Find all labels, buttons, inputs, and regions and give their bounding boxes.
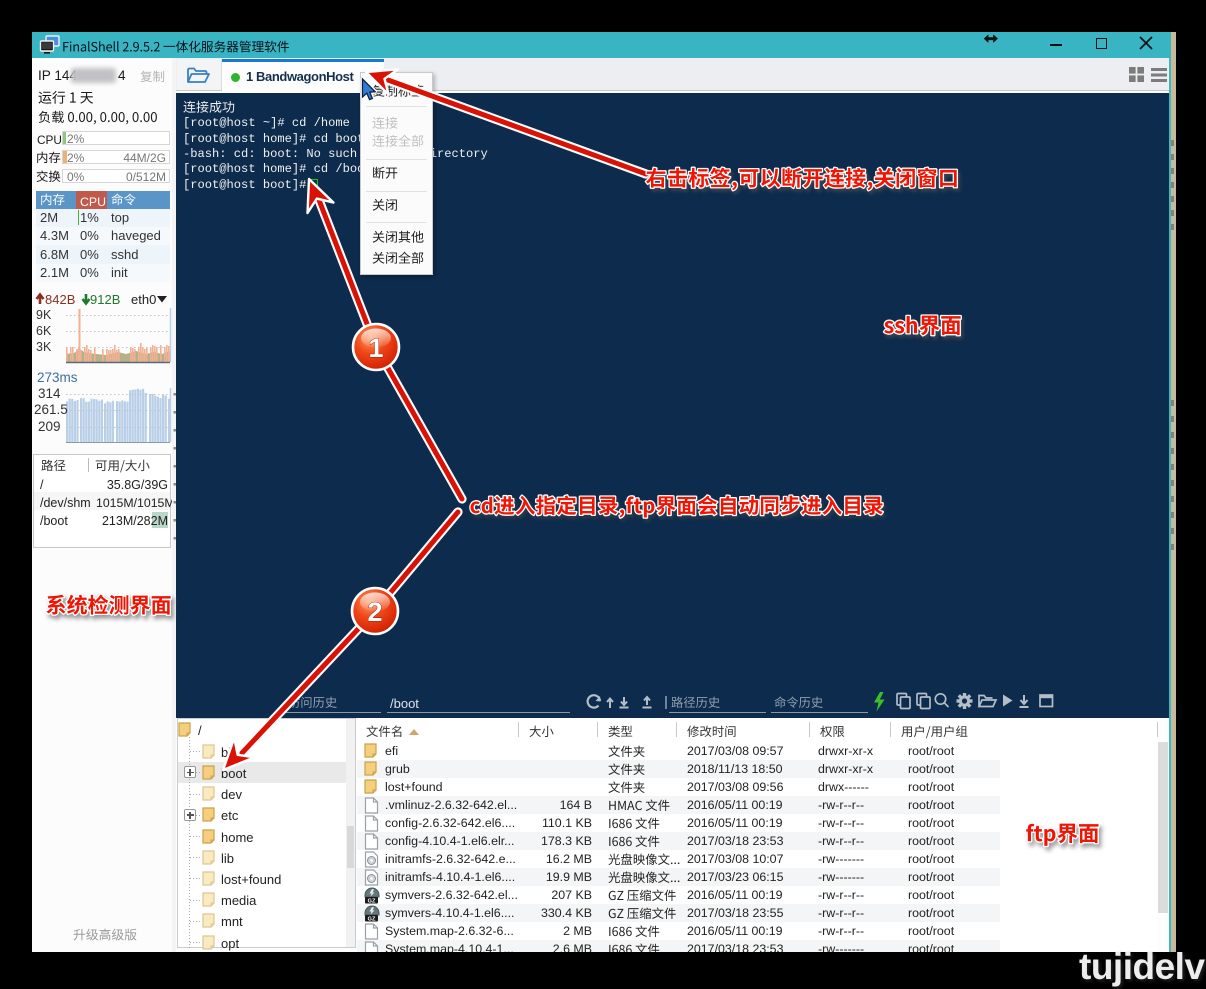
svg-text:2: 2: [367, 597, 382, 627]
svg-text:1: 1: [368, 333, 383, 363]
